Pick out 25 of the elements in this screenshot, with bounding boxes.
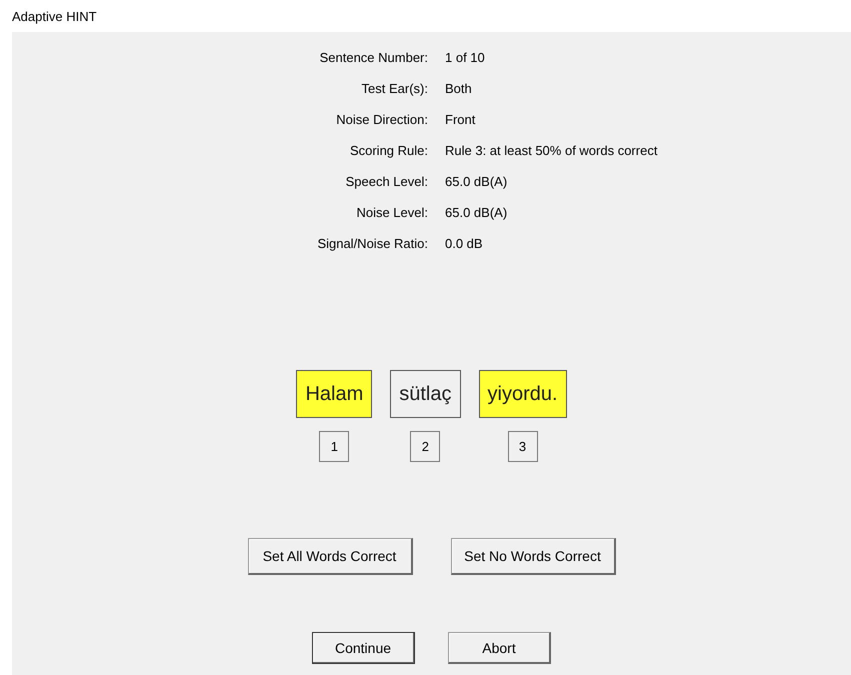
info-label: Noise Direction: (335, 112, 428, 127)
info-value: 0.0 dB (445, 236, 484, 251)
window-title: Adaptive HINT (11, 8, 98, 26)
abort-button[interactable]: Abort (448, 632, 551, 664)
info-value: Rule 3: at least 50% of words correct (445, 143, 658, 158)
info-label: Noise Level: (355, 205, 428, 220)
info-label: Scoring Rule: (348, 143, 428, 158)
info-value: Front (445, 112, 476, 127)
set-words-button[interactable]: Set No Words Correct (450, 538, 616, 575)
info-value: 65.0 dB(A) (445, 174, 508, 189)
word-number-button[interactable]: 3 (508, 431, 538, 462)
info-label: Signal/Noise Ratio: (316, 236, 428, 251)
continue-button[interactable]: Continue (312, 632, 415, 664)
info-label: Sentence Number: (318, 50, 428, 65)
word-number-button[interactable]: 2 (410, 431, 440, 462)
info-value: 65.0 dB(A) (445, 205, 508, 220)
info-value: 1 of 10 (445, 50, 486, 65)
word-tile[interactable]: sütlaç (390, 370, 460, 418)
word-number-button[interactable]: 1 (319, 431, 350, 462)
info-label: Speech Level: (344, 174, 428, 189)
word-tile[interactable]: yiyordu. (478, 370, 567, 418)
info-value: Both (445, 81, 473, 96)
word-tile[interactable]: Halam (296, 370, 372, 418)
info-label: Test Ear(s): (360, 81, 428, 96)
set-words-button[interactable]: Set All Words Correct (248, 538, 412, 575)
